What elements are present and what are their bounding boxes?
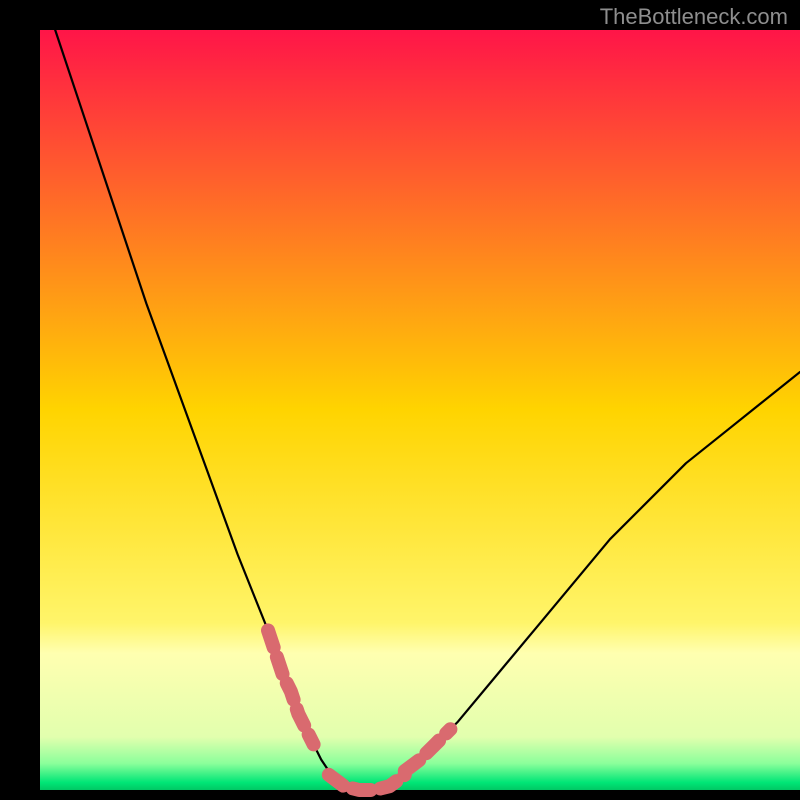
- bottleneck-chart: [0, 0, 800, 800]
- chart-frame: TheBottleneck.com: [0, 0, 800, 800]
- plot-background: [40, 30, 800, 790]
